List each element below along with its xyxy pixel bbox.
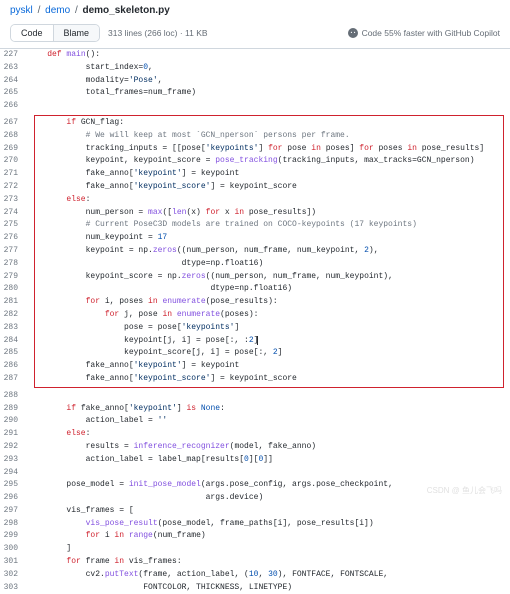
line-number[interactable]: 296 xyxy=(0,492,28,505)
watermark: CSDN @ 鱼儿会飞吗 xyxy=(427,485,502,496)
code-line: fake_anno['keypoint'] = keypoint xyxy=(28,360,503,373)
copilot-banner[interactable]: Code 55% faster with GitHub Copilot xyxy=(348,28,500,38)
breadcrumb-root[interactable]: pyskl xyxy=(10,5,33,16)
code-line xyxy=(28,390,510,403)
code-line: for j, pose in enumerate(poses): xyxy=(28,309,503,322)
line-number[interactable]: 294 xyxy=(0,467,28,480)
code-line: keypoint = np.zeros((num_person, num_fra… xyxy=(28,245,503,258)
line-number[interactable]: 268 xyxy=(0,130,28,143)
code-line: if GCN_flag: xyxy=(28,117,503,130)
line-number[interactable]: 282 xyxy=(0,309,28,322)
code-tab[interactable]: Code xyxy=(11,25,53,41)
line-number[interactable]: 280 xyxy=(0,283,28,296)
view-tabs: Code Blame xyxy=(10,24,100,42)
code-line: vis_frames = [ xyxy=(28,505,510,518)
code-view[interactable]: 227 def main(): 263 start_index=0, 264 m… xyxy=(0,49,510,594)
code-line: results = inference_recognizer(model, fa… xyxy=(28,441,510,454)
line-number[interactable]: 264 xyxy=(0,75,28,88)
file-toolbar: Code Blame 313 lines (266 loc) · 11 KB C… xyxy=(0,20,510,49)
line-number[interactable]: 272 xyxy=(0,181,28,194)
code-line: for i in range(num_frame) xyxy=(28,530,510,543)
line-number[interactable]: 295 xyxy=(0,479,28,492)
code-line: FONTCOLOR, THICKNESS, LINETYPE) xyxy=(28,582,510,594)
line-number[interactable]: 286 xyxy=(0,360,28,373)
line-number[interactable]: 303 xyxy=(0,582,28,594)
code-line: keypoint_score[j, i] = pose[:, 2] xyxy=(28,347,503,360)
copilot-text: Code 55% faster with GitHub Copilot xyxy=(362,28,500,38)
code-line: keypoint_score = np.zeros((num_person, n… xyxy=(28,271,503,284)
code-line: else: xyxy=(28,428,510,441)
line-number[interactable]: 297 xyxy=(0,505,28,518)
highlighted-region: 267 if GCN_flag: 268 # We will keep at m… xyxy=(34,115,504,388)
code-line: num_person = max([len(x) for x in pose_r… xyxy=(28,207,503,220)
line-number[interactable]: 283 xyxy=(0,322,28,335)
code-line: ] xyxy=(28,543,510,556)
code-line: fake_anno['keypoint_score'] = keypoint_s… xyxy=(28,373,503,386)
line-number[interactable]: 266 xyxy=(0,100,28,113)
line-number[interactable]: 265 xyxy=(0,87,28,100)
code-line: # We will keep at most `GCN_nperson` per… xyxy=(28,130,503,143)
code-line: for frame in vis_frames: xyxy=(28,556,510,569)
code-line: modality='Pose', xyxy=(28,75,510,88)
code-line: vis_pose_result(pose_model, frame_paths[… xyxy=(28,518,510,531)
line-number[interactable]: 302 xyxy=(0,569,28,582)
blame-tab[interactable]: Blame xyxy=(53,25,100,41)
line-number[interactable]: 271 xyxy=(0,168,28,181)
file-meta: 313 lines (266 loc) · 11 KB xyxy=(108,28,208,38)
line-number[interactable]: 276 xyxy=(0,232,28,245)
line-number[interactable]: 277 xyxy=(0,245,28,258)
line-number[interactable]: 275 xyxy=(0,219,28,232)
code-line: # Current PoseC3D models are trained on … xyxy=(28,219,503,232)
breadcrumb-file: demo_skeleton.py xyxy=(83,5,170,16)
code-line: dtype=np.float16) xyxy=(28,283,503,296)
code-line: if fake_anno['keypoint'] is None: xyxy=(28,403,510,416)
line-number[interactable]: 281 xyxy=(0,296,28,309)
code-line xyxy=(28,100,510,113)
breadcrumb-sep: / xyxy=(75,5,78,16)
line-number[interactable]: 269 xyxy=(0,143,28,156)
code-line: keypoint[j, i] = pose[:, :2] xyxy=(28,335,503,348)
code-line: start_index=0, xyxy=(28,62,510,75)
line-number[interactable]: 284 xyxy=(0,335,28,348)
line-number[interactable]: 293 xyxy=(0,454,28,467)
breadcrumb: pyskl / demo / demo_skeleton.py xyxy=(0,0,510,20)
code-line xyxy=(28,467,510,480)
breadcrumb-sep: / xyxy=(38,5,41,16)
line-number[interactable]: 263 xyxy=(0,62,28,75)
code-line: pose = pose['keypoints'] xyxy=(28,322,503,335)
code-line: tracking_inputs = [[pose['keypoints'] fo… xyxy=(28,143,503,156)
line-number[interactable]: 279 xyxy=(0,271,28,284)
line-number[interactable]: 299 xyxy=(0,530,28,543)
code-line: fake_anno['keypoint_score'] = keypoint_s… xyxy=(28,181,503,194)
code-line: dtype=np.float16) xyxy=(28,258,503,271)
breadcrumb-mid[interactable]: demo xyxy=(45,5,70,16)
line-number[interactable]: 227 xyxy=(0,49,28,62)
code-line: cv2.putText(frame, action_label, (10, 30… xyxy=(28,569,510,582)
line-number[interactable]: 278 xyxy=(0,258,28,271)
line-number[interactable]: 267 xyxy=(0,117,28,130)
code-line: fake_anno['keypoint'] = keypoint xyxy=(28,168,503,181)
line-number[interactable]: 285 xyxy=(0,347,28,360)
line-number[interactable]: 270 xyxy=(0,155,28,168)
line-number[interactable]: 292 xyxy=(0,441,28,454)
code-line: else: xyxy=(28,194,503,207)
code-line: total_frames=num_frame) xyxy=(28,87,510,100)
code-line: def main(): xyxy=(28,49,510,62)
line-number[interactable]: 274 xyxy=(0,207,28,220)
code-line: for i, poses in enumerate(pose_results): xyxy=(28,296,503,309)
code-line: action_label = label_map[results[0][0]] xyxy=(28,454,510,467)
line-number[interactable]: 288 xyxy=(0,390,28,403)
line-number[interactable]: 291 xyxy=(0,428,28,441)
line-number[interactable]: 287 xyxy=(0,373,28,386)
line-number[interactable]: 290 xyxy=(0,415,28,428)
code-line: keypoint, keypoint_score = pose_tracking… xyxy=(28,155,503,168)
copilot-icon xyxy=(348,28,358,38)
line-number[interactable]: 298 xyxy=(0,518,28,531)
line-number[interactable]: 301 xyxy=(0,556,28,569)
line-number[interactable]: 273 xyxy=(0,194,28,207)
code-line: num_keypoint = 17 xyxy=(28,232,503,245)
line-number[interactable]: 289 xyxy=(0,403,28,416)
code-line: action_label = '' xyxy=(28,415,510,428)
line-number[interactable]: 300 xyxy=(0,543,28,556)
